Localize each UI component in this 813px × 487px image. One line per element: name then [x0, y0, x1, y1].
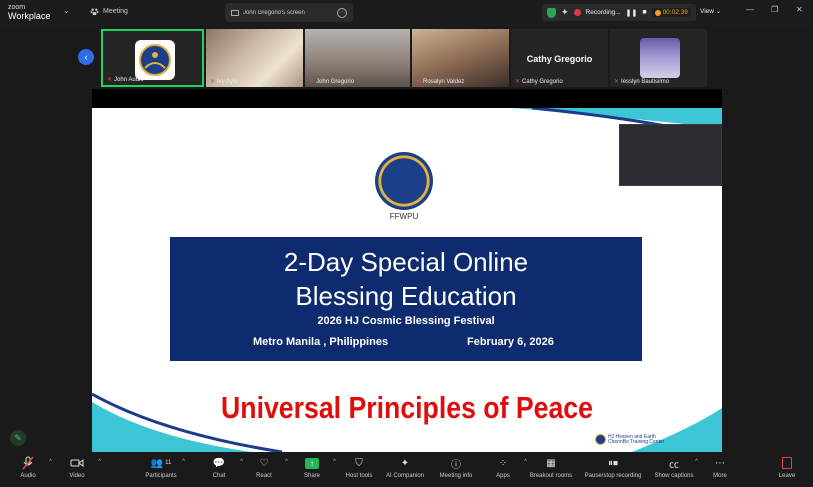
slide-title-line2: Blessing Education	[295, 281, 517, 311]
participant-tile[interactable]: ✕ John Audio	[101, 29, 204, 87]
slide-title-line1: 2-Day Special Online	[283, 247, 529, 277]
participant-tile[interactable]: Cathy Gregorio ✕ Cathy Gregorio	[511, 29, 608, 87]
react-button[interactable]: ♡ React ^	[238, 455, 290, 480]
apps-icon: ⁘	[498, 457, 508, 469]
host-tools-button[interactable]: ⛉ Host tools	[333, 455, 385, 480]
participant-name: ✕ Cathy Gregorio	[515, 78, 563, 86]
muted-mic-icon: ✕	[515, 79, 521, 85]
meeting-toolbar: Audio ^ Video ^ 👥 11 Participants ^ 💬 Ch…	[0, 452, 813, 487]
participant-name: ✕ Iesslyn Bautisilmo	[614, 78, 670, 86]
captions-button[interactable]: ㏄ Show captions ^	[648, 455, 700, 479]
participant-tile[interactable]: ✕ Iesslyn Bautisilmo	[610, 29, 707, 87]
participant-name: ✕ Rosalyn Valdez	[416, 78, 465, 86]
top-bar: zoom Workplace ⌄ Meeting John Gregorio's…	[0, 0, 813, 26]
more-icon: ⋯	[715, 457, 725, 469]
brand-chevron-down-icon[interactable]: ⌄	[63, 6, 70, 15]
training-center-logo-icon	[595, 434, 606, 445]
captions-icon: ㏄	[669, 459, 679, 471]
screen-tab-label: John Gregorio's screen	[243, 9, 305, 16]
monitor-icon	[231, 9, 239, 16]
minimize-icon[interactable]: —	[746, 5, 754, 14]
meeting-tab-label: Meeting	[103, 8, 128, 15]
slide-headline: Universal Principles of Peace	[221, 390, 593, 425]
breakout-rooms-button[interactable]: ▦ Breakout rooms	[525, 455, 577, 480]
participants-chevron-icon[interactable]: ^	[182, 459, 185, 465]
recording-timer: 00:02:39	[662, 9, 688, 16]
recording-controls: ✦ Recording... ❚❚ ■ 00:02:39	[542, 4, 696, 21]
recording-status: Recording...	[585, 9, 621, 16]
pause-recording-icon[interactable]: ❚❚	[626, 9, 638, 17]
zoom-brand[interactable]: zoom Workplace	[8, 3, 50, 21]
view-label: View	[700, 8, 714, 15]
slide-date: February 6, 2026	[467, 336, 554, 348]
more-button[interactable]: ⋯ More	[694, 455, 746, 480]
view-button[interactable]: View ⌄	[700, 7, 721, 15]
participant-display-name: Cathy Gregorio	[526, 54, 593, 64]
title-banner: 2-Day Special Online Blessing Education …	[170, 237, 642, 361]
timer-dot-icon	[654, 9, 661, 16]
participant-tile[interactable]: ✕ Ivy Ayis	[206, 29, 303, 87]
audio-button[interactable]: Audio ^	[2, 455, 54, 479]
apps-button[interactable]: ⁘ Apps ^	[477, 455, 529, 480]
participant-name: ✕ John Gregorio	[309, 78, 355, 86]
participant-tile[interactable]: ✕ Rosalyn Valdez	[412, 29, 509, 87]
muted-mic-icon: ✕	[107, 77, 113, 83]
brand-bottom: Workplace	[8, 11, 51, 21]
share-screen-icon: ↑	[305, 457, 319, 469]
breakout-rooms-icon: ▦	[546, 457, 556, 469]
slide-location: Metro Manila , Philippines	[253, 336, 389, 348]
pause-recording-button[interactable]: ⏸⏹ Pause/stop recording	[582, 455, 644, 480]
slide-subtitle: 2026 HJ Cosmic Blessing Festival	[317, 315, 495, 327]
pause-stop-icon: ⏸⏹	[608, 457, 618, 469]
muted-mic-icon: ✕	[614, 79, 620, 85]
muted-mic-icon: ✕	[309, 79, 315, 85]
muted-mic-icon: ✕	[210, 79, 216, 85]
share-button[interactable]: ↑ Share ^	[286, 455, 338, 479]
shield-icon: ⛉	[355, 457, 363, 469]
slide-logo-text: FFWPU	[389, 212, 419, 221]
ai-spark-icon[interactable]: ✦	[561, 7, 569, 18]
heart-icon: ♡	[259, 457, 269, 469]
ai-companion-button[interactable]: ✦ AI Companion	[379, 455, 431, 480]
participants-button[interactable]: 👥 11 Participants ^	[135, 455, 187, 480]
info-icon: ⓘ	[451, 459, 461, 471]
security-shield-icon[interactable]	[547, 7, 556, 18]
leave-icon	[782, 457, 792, 469]
recording-dot-icon	[573, 9, 581, 16]
participant-name: ✕ Ivy Ayis	[210, 78, 238, 86]
mic-muted-icon	[2, 455, 54, 471]
screen-share-tab[interactable]: John Gregorio's screen ⋯	[225, 3, 353, 22]
ffwpu-logo-icon	[375, 152, 433, 210]
meeting-info-button[interactable]: ⓘ Meeting info	[430, 455, 482, 480]
timer-badge: 00:02:39	[651, 8, 691, 17]
view-options-icon[interactable]: ⋯	[337, 7, 347, 18]
video-chevron-icon[interactable]: ^	[98, 459, 101, 465]
paw-icon	[90, 8, 99, 16]
participants-icon: 👥 11	[150, 457, 172, 469]
ai-companion-icon: ✦	[400, 457, 410, 469]
participant-tile[interactable]: ✕ John Gregorio	[305, 29, 410, 87]
participant-name: ✕ John Audio	[107, 76, 144, 84]
self-view-tile[interactable]	[619, 124, 722, 186]
muted-mic-icon: ✕	[416, 79, 422, 85]
camera-icon	[51, 455, 103, 471]
organization-logo-icon	[135, 40, 175, 80]
leave-button[interactable]: Leave	[761, 455, 813, 479]
restore-icon[interactable]: ❐	[771, 5, 778, 14]
annotate-pencil-icon[interactable]: ✎	[10, 430, 26, 446]
training-center-text: HJ Heaven and Earth CheonBo Training Cen…	[608, 434, 665, 445]
participant-avatar	[640, 38, 680, 78]
close-icon[interactable]: ✕	[796, 5, 803, 14]
video-button[interactable]: Video ^	[51, 455, 103, 479]
strip-prev-icon[interactable]: ‹	[78, 49, 94, 65]
meeting-tab[interactable]: Meeting	[90, 7, 128, 16]
stop-recording-icon[interactable]: ■	[642, 9, 646, 16]
